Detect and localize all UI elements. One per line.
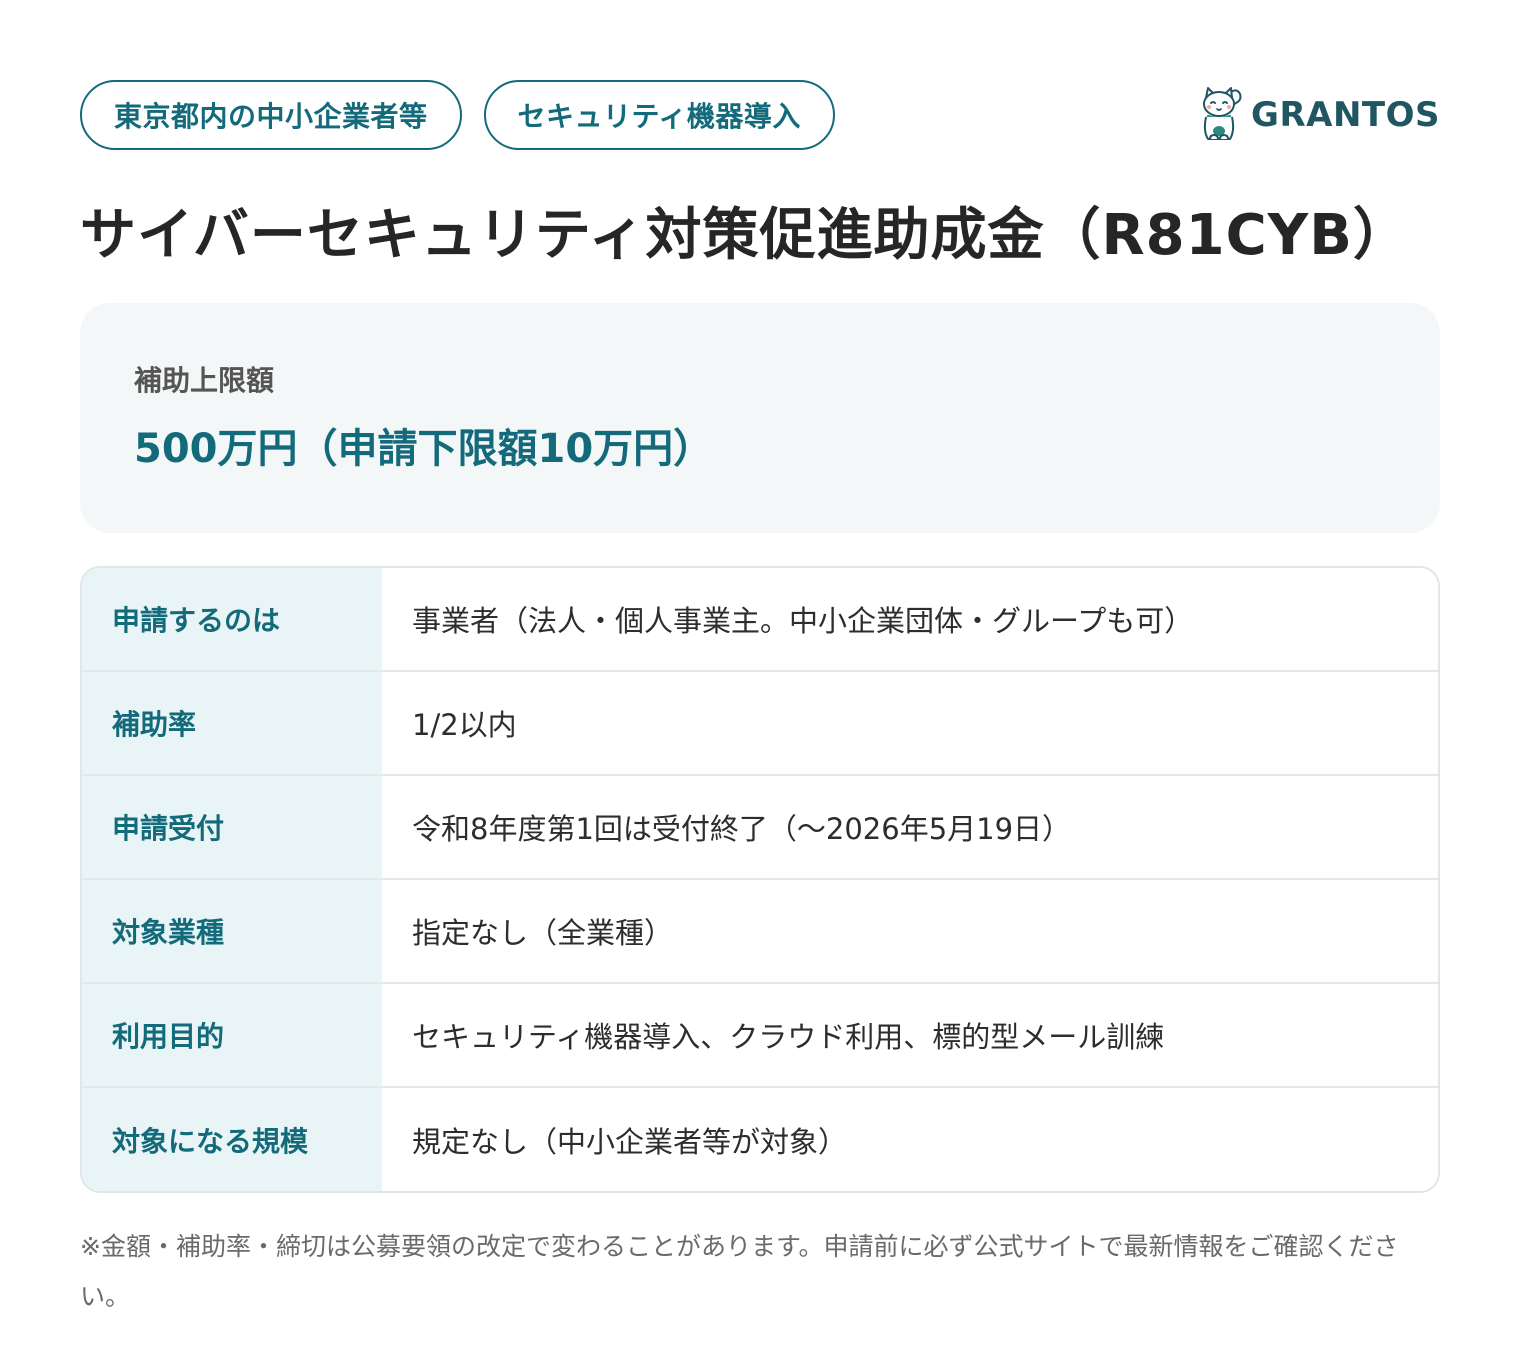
logo: GRANTOS (1197, 84, 1440, 146)
table-row: 申請受付 令和8年度第1回は受付終了（〜2026年5月19日） (82, 774, 1438, 878)
max-amount-value: 500万円（申請下限額10万円） (134, 426, 714, 472)
row-value-company-size: 規定なし（中小企業者等が対象） (412, 1124, 848, 1159)
page-title: サイバーセキュリティ対策促進助成金（R81CYB） (80, 203, 1410, 268)
tag-list: 東京都内の中小企業者等 セキュリティ機器導入 (80, 80, 835, 150)
table-row: 補助率 1/2以内 (82, 670, 1438, 774)
tag-purpose: セキュリティ機器導入 (483, 80, 835, 150)
table-row: 対象になる規模 規定なし（中小企業者等が対象） (82, 1086, 1438, 1191)
disclaimer-note: ※金額・補助率・締切は公募要領の改定で変わることがあります。申請前に必ず公式サイ… (80, 1232, 1399, 1311)
row-value-industry: 指定なし（全業種） (412, 916, 674, 950)
row-label-subsidy-rate: 補助率 (82, 672, 382, 774)
row-value-applicant: 事業者（法人・個人事業主。中小企業団体・グループも可） (412, 604, 1194, 638)
logo-text: GRANTOS (1251, 95, 1440, 135)
row-value-application-period: 令和8年度第1回は受付終了（〜2026年5月19日） (412, 812, 1072, 846)
row-label-industry: 対象業種 (82, 880, 382, 982)
tag-region: 東京都内の中小企業者等 (80, 80, 462, 150)
details-table: 申請するのは 事業者（法人・個人事業主。中小企業団体・グループも可） 補助率 1… (80, 566, 1440, 1193)
table-row: 対象業種 指定なし（全業種） (82, 878, 1438, 982)
row-label-purpose: 利用目的 (82, 984, 382, 1086)
max-amount-label: 補助上限額 (134, 364, 275, 397)
row-value-purpose: セキュリティ機器導入、クラウド利用、標的型メール訓練 (412, 1020, 1165, 1054)
max-amount-card: 補助上限額 500万円（申請下限額10万円） (80, 303, 1440, 533)
row-label-company-size: 対象になる規模 (82, 1088, 382, 1191)
row-label-applicant: 申請するのは (82, 568, 382, 670)
lucky-cat-icon (1203, 87, 1242, 140)
row-label-application-period: 申請受付 (82, 776, 382, 878)
header: 東京都内の中小企業者等 セキュリティ機器導入 GRANTOS (80, 80, 1440, 150)
table-row: 申請するのは 事業者（法人・個人事業主。中小企業団体・グループも可） (82, 568, 1438, 670)
row-value-subsidy-rate: 1/2以内 (412, 708, 517, 742)
table-row: 利用目的 セキュリティ機器導入、クラウド利用、標的型メール訓練 (82, 982, 1438, 1086)
